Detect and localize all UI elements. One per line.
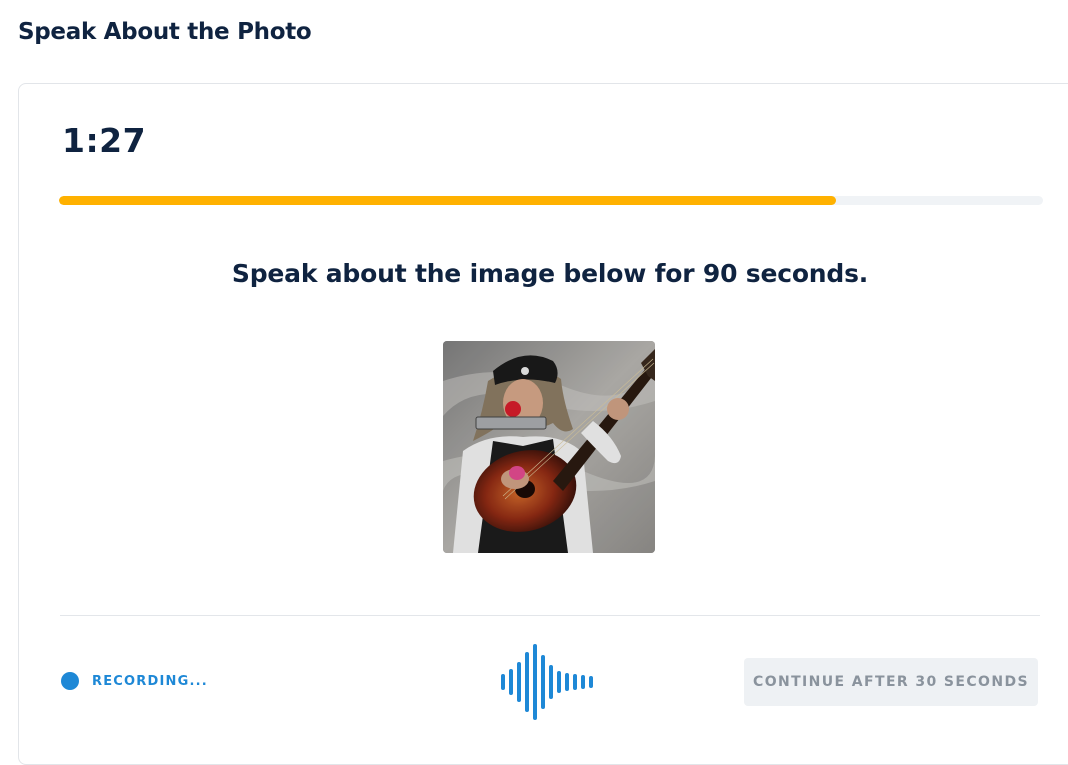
countdown-timer: 1:27 [62,121,147,160]
waveform-bar [589,676,593,688]
footer-divider [60,615,1040,616]
task-card: 1:27 Speak about the image below for 90 … [18,83,1068,765]
task-instruction: Speak about the image below for 90 secon… [231,259,869,288]
waveform-bar [581,675,585,689]
waveform-bar [557,671,561,693]
prompt-photo [443,341,655,553]
waveform-bar [549,665,553,699]
audio-waveform-icon [501,644,593,720]
waveform-bar [517,662,521,702]
recording-status: RECORDING... [92,674,208,689]
waveform-bar [573,674,577,690]
waveform-bar [533,644,537,720]
time-progress-fill [59,196,837,205]
time-progress-bar [59,196,1043,205]
page-title: Speak About the Photo [18,19,312,45]
musician-photo-illustration [443,341,655,553]
waveform-bar [501,674,505,690]
waveform-bar [509,669,513,695]
waveform-bar [565,673,569,691]
continue-button[interactable]: CONTINUE AFTER 30 SECONDS [744,658,1038,706]
waveform-bar [541,655,545,709]
recording-indicator-dot [61,672,79,690]
waveform-bar [525,652,529,712]
